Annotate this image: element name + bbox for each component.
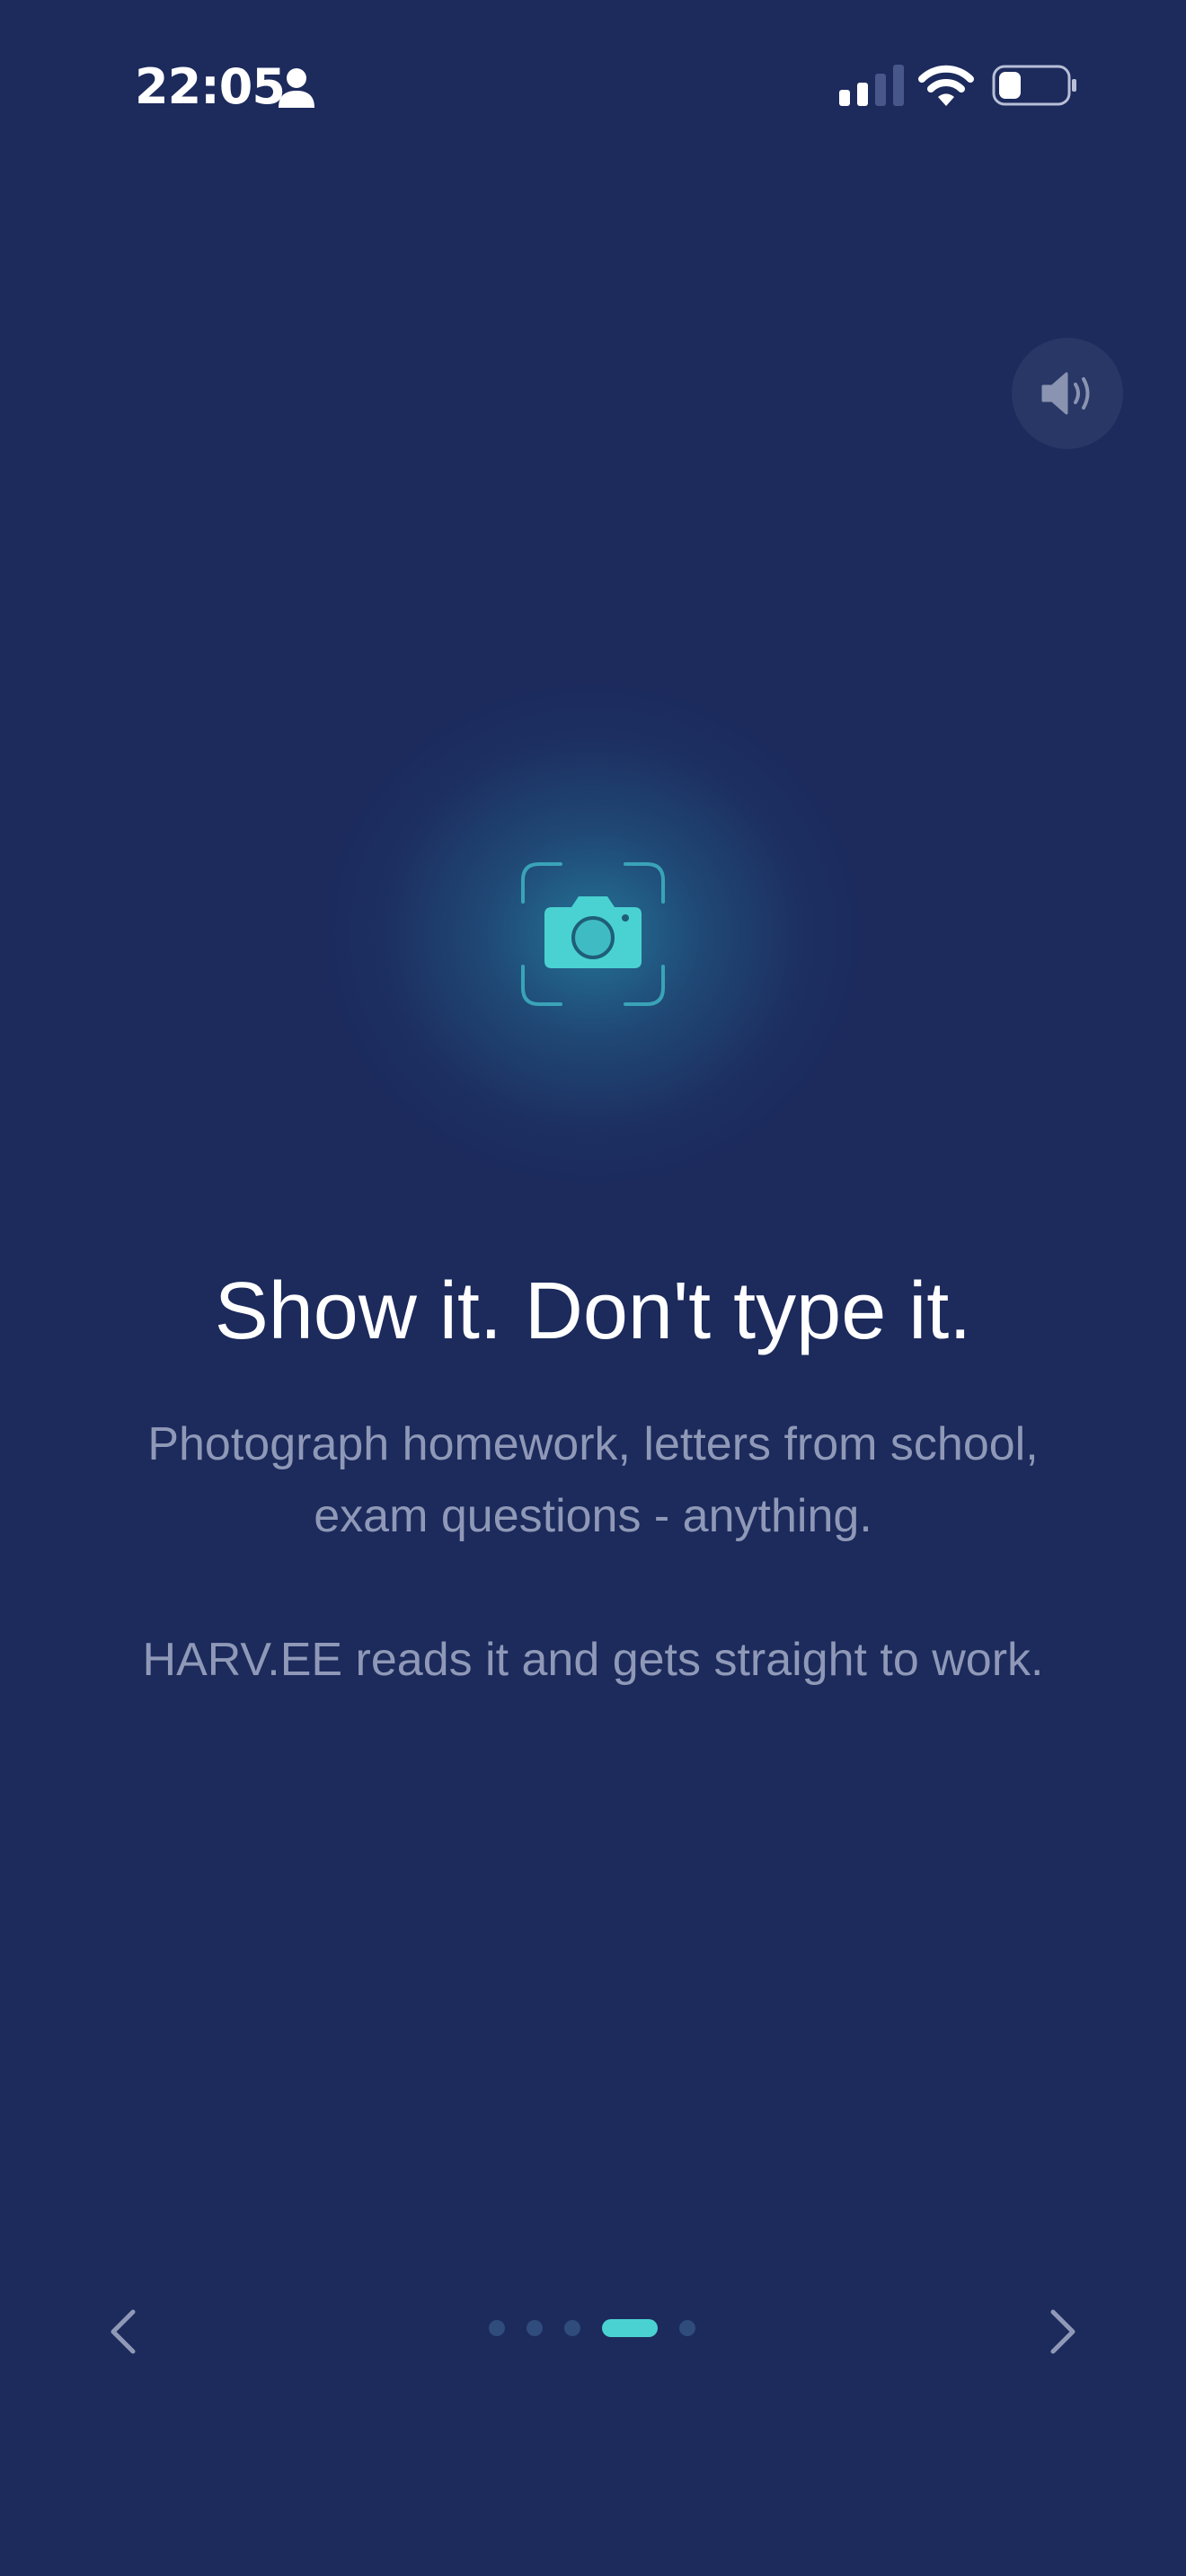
sound-toggle-button[interactable] xyxy=(1012,338,1123,449)
onboarding-title: Show it. Don't type it. xyxy=(214,1266,972,1356)
page-dot-3[interactable] xyxy=(564,2320,580,2336)
page-dot-5[interactable] xyxy=(679,2320,695,2336)
page-dot-2[interactable] xyxy=(527,2320,543,2336)
onboarding-screen: 22:05 Show it. Don't type it. Photograph… xyxy=(0,0,1186,2576)
speaker-icon xyxy=(1041,372,1090,415)
page-indicator xyxy=(489,2319,695,2337)
page-dot-4[interactable] xyxy=(602,2319,658,2337)
chevron-left-icon xyxy=(111,2309,136,2354)
cellular-signal-icon xyxy=(839,65,904,106)
battery-icon xyxy=(992,65,1076,106)
camera-icon xyxy=(521,862,665,1006)
onboarding-subtitle: Photograph homework, letters from school… xyxy=(147,1418,1039,1542)
previous-button[interactable] xyxy=(95,2305,149,2359)
chevron-right-icon xyxy=(1050,2309,1075,2354)
page-dot-1[interactable] xyxy=(489,2320,505,2336)
status-time: 22:05 xyxy=(135,58,286,115)
person-icon xyxy=(279,68,314,108)
status-bar: 22:05 xyxy=(0,0,1186,171)
onboarding-detail: HARV.EE reads it and gets straight to wo… xyxy=(142,1634,1044,1686)
next-button[interactable] xyxy=(1037,2305,1091,2359)
wifi-icon xyxy=(918,65,974,106)
